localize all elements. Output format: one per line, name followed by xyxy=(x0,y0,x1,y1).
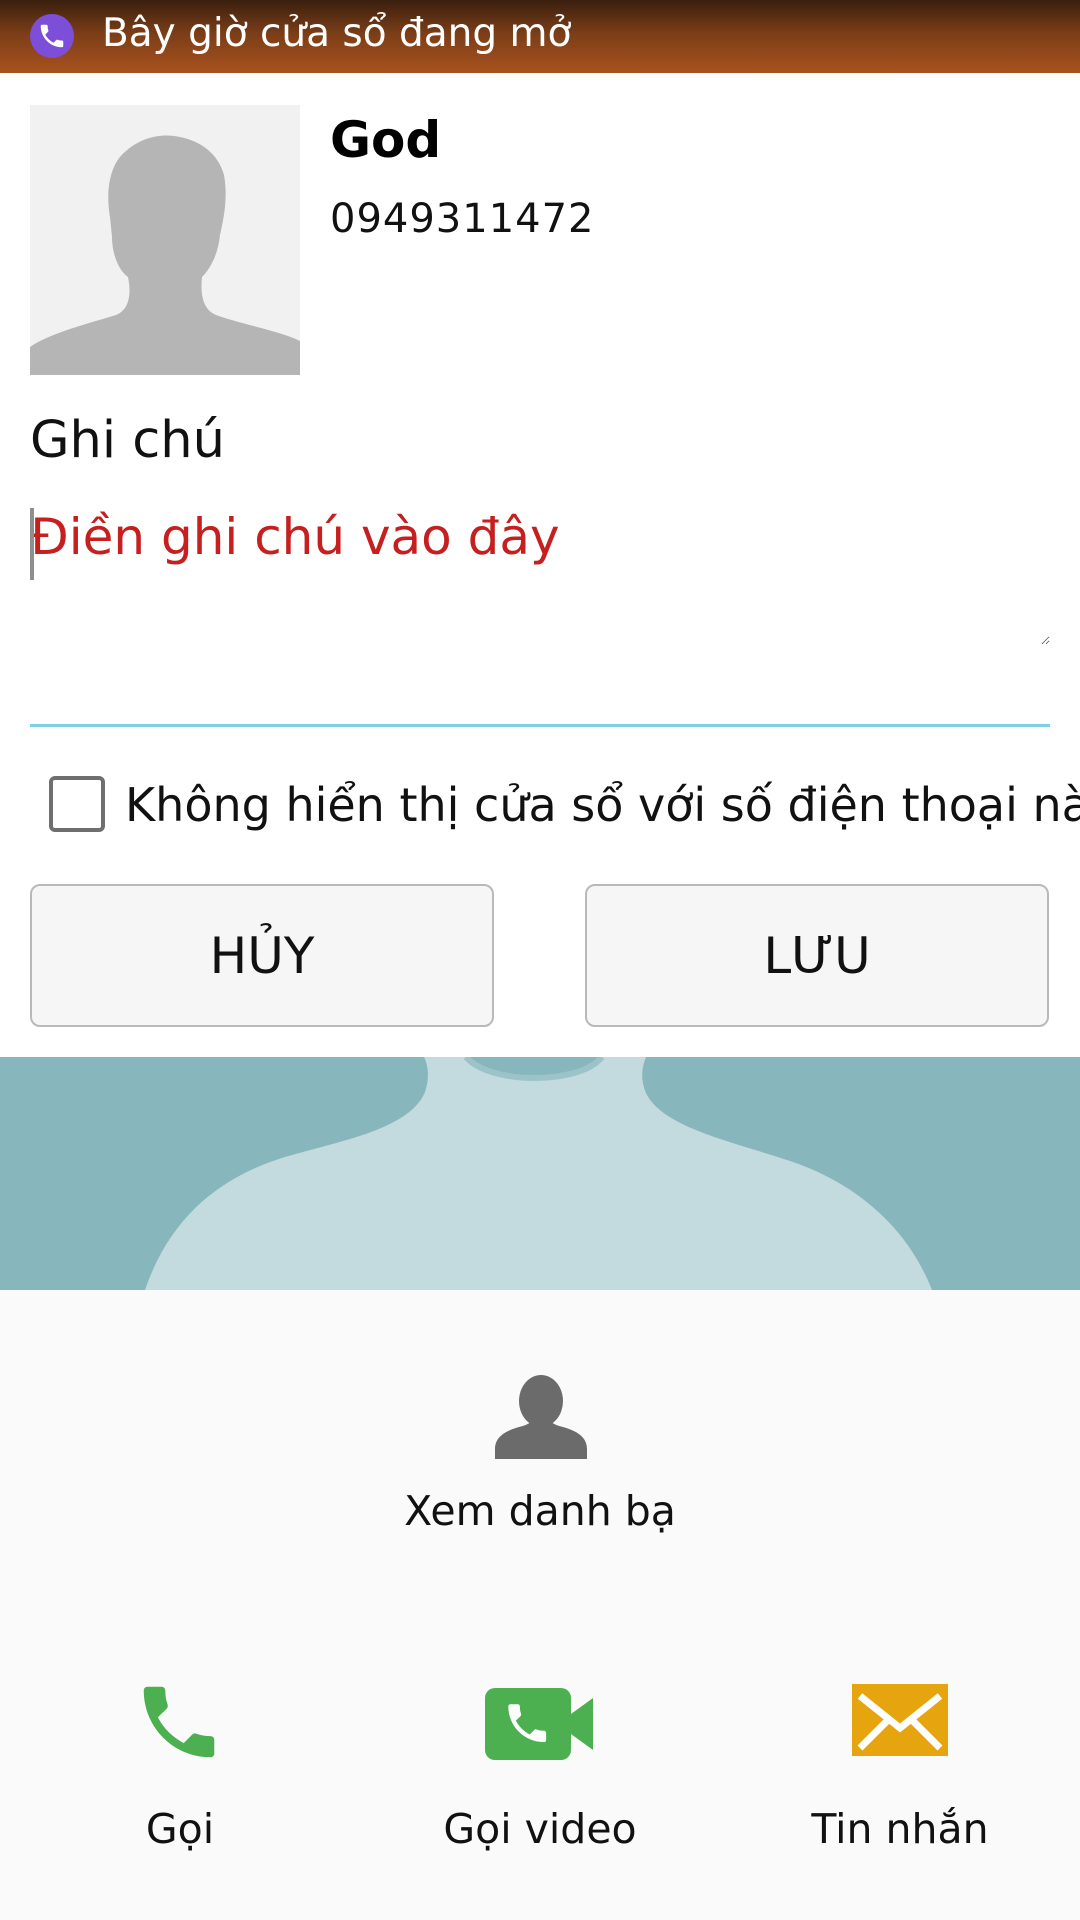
text-cursor xyxy=(30,508,34,580)
bottom-actions-panel: Xem danh bạ Gọi Gọi video Tin nhắn xyxy=(0,1290,1080,1920)
note-underline xyxy=(30,724,1050,727)
video-call-icon xyxy=(485,1688,593,1760)
contact-photo-banner xyxy=(0,1057,1080,1290)
person-silhouette-icon xyxy=(30,105,300,375)
person-icon xyxy=(495,1375,587,1459)
video-call-label: Gọi video xyxy=(443,1805,637,1853)
contact-note-card: God 0949311472 Ghi chú Không hiển thị cử… xyxy=(0,73,1080,1057)
status-notification-text: Bây giờ cửa sổ đang mở xyxy=(102,11,572,56)
hide-window-label: Không hiển thị cửa sổ với số điện thoại … xyxy=(125,778,1080,832)
note-label: Ghi chú xyxy=(30,411,225,470)
video-call-button[interactable]: Gọi video xyxy=(390,1670,690,1870)
call-label: Gọi xyxy=(145,1805,215,1853)
cancel-button[interactable]: HỦY xyxy=(30,884,494,1027)
viber-phone-icon xyxy=(30,14,74,58)
status-bar: Bây giờ cửa sổ đang mở xyxy=(0,0,1080,73)
view-contacts-label: Xem danh bạ xyxy=(404,1487,676,1535)
view-contacts-button[interactable]: Xem danh bạ xyxy=(390,1375,690,1560)
contact-phone: 0949311472 xyxy=(330,196,595,242)
call-button[interactable]: Gọi xyxy=(30,1670,330,1870)
contact-name: God xyxy=(330,111,442,169)
message-button[interactable]: Tin nhắn xyxy=(750,1670,1050,1870)
phone-icon xyxy=(143,1686,215,1758)
hide-window-checkbox[interactable] xyxy=(49,776,105,832)
save-button[interactable]: LƯU xyxy=(585,884,1049,1027)
message-label: Tin nhắn xyxy=(811,1805,989,1853)
envelope-icon xyxy=(852,1684,948,1756)
note-input[interactable] xyxy=(30,508,1050,645)
